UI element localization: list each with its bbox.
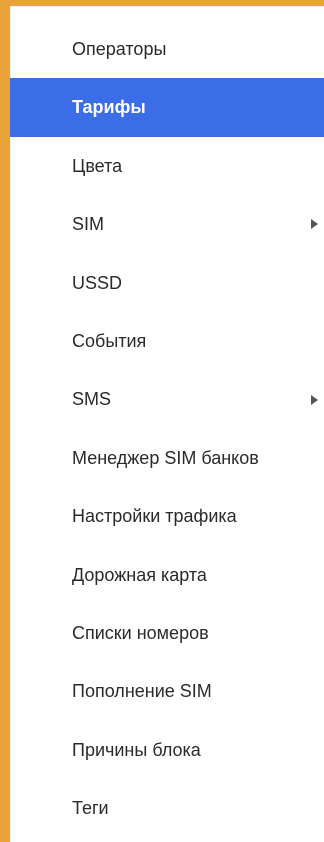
menu-item-label: Тарифы — [72, 97, 146, 118]
menu-item-ussd[interactable]: USSD — [10, 254, 324, 312]
menu-item-tariffs[interactable]: Тарифы — [10, 78, 324, 137]
menu-item-label: Настройки трафика — [72, 506, 237, 527]
menu-item-label: Цвета — [72, 155, 123, 176]
menu-item-colors[interactable]: Цвета — [10, 137, 324, 195]
menu-item-sim-topup[interactable]: Пополнение SIM — [10, 662, 324, 720]
menu-item-label: SMS — [72, 389, 112, 410]
menu-item-sms[interactable]: SMS — [10, 370, 324, 428]
menu-item-sim-bank-manager[interactable]: Менеджер SIM банков — [10, 429, 324, 487]
menu-item-roadmap[interactable]: Дорожная карта — [10, 546, 324, 604]
menu-item-block-reasons[interactable]: Причины блока — [10, 721, 324, 779]
menu-item-label: События — [72, 330, 147, 351]
menu-item-tags[interactable]: Теги — [10, 779, 324, 837]
dropdown-menu: Операторы Тарифы Цвета SIM USSD События … — [10, 20, 324, 842]
menu-item-label: Дорожная карта — [72, 564, 207, 585]
menu-item-label: Операторы — [72, 39, 167, 59]
menu-item-label: Причины блока — [72, 739, 201, 760]
menu-item-traffic-settings[interactable]: Настройки трафика — [10, 487, 324, 545]
menu-item-sim[interactable]: SIM — [10, 195, 324, 253]
menu-item-number-lists[interactable]: Списки номеров — [10, 604, 324, 662]
triangle-right-icon — [311, 394, 318, 405]
menu-item-label: SIM — [72, 214, 105, 235]
menu-item-label: Теги — [72, 798, 109, 819]
menu-item-operators[interactable]: Операторы — [10, 20, 324, 78]
menu-item-label: Менеджер SIM банков — [72, 447, 259, 468]
context-menu-window: Операторы Тарифы Цвета SIM USSD События … — [0, 0, 324, 842]
menu-item-label: USSD — [72, 272, 123, 293]
window-left-border — [0, 0, 10, 842]
menu-item-events[interactable]: События — [10, 312, 324, 370]
menu-item-label: Пополнение SIM — [72, 681, 212, 702]
menu-item-label: Списки номеров — [72, 622, 209, 643]
triangle-right-icon — [311, 219, 318, 230]
